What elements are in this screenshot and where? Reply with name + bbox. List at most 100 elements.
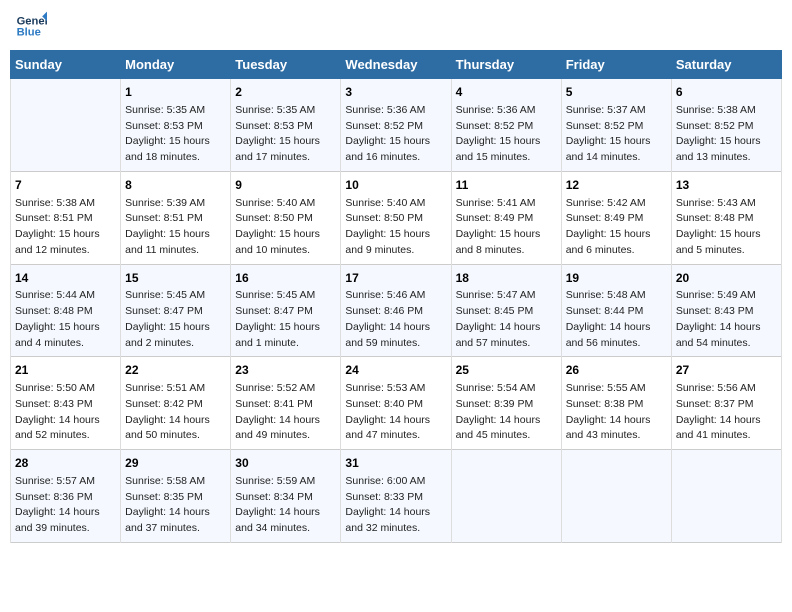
day-cell: 6 Sunrise: 5:38 AM Sunset: 8:52 PM Daylig… [671, 79, 781, 172]
calendar-table: SundayMondayTuesdayWednesdayThursdayFrid… [10, 50, 782, 543]
day-info: Sunrise: 5:36 AM Sunset: 8:52 PM Dayligh… [456, 103, 557, 166]
day-info: Sunrise: 5:45 AM Sunset: 8:47 PM Dayligh… [235, 288, 336, 351]
day-info: Sunrise: 5:52 AM Sunset: 8:41 PM Dayligh… [235, 381, 336, 444]
day-cell: 23 Sunrise: 5:52 AM Sunset: 8:41 PM Dayli… [231, 357, 341, 450]
day-number: 11 [456, 177, 557, 194]
day-number: 10 [345, 177, 446, 194]
page-header: General Blue [10, 10, 782, 42]
day-info: Sunrise: 5:36 AM Sunset: 8:52 PM Dayligh… [345, 103, 446, 166]
day-number: 6 [676, 84, 777, 101]
day-number: 21 [15, 362, 116, 379]
day-info: Sunrise: 5:54 AM Sunset: 8:39 PM Dayligh… [456, 381, 557, 444]
day-info: Sunrise: 5:56 AM Sunset: 8:37 PM Dayligh… [676, 381, 777, 444]
day-info: Sunrise: 5:41 AM Sunset: 8:49 PM Dayligh… [456, 196, 557, 259]
day-number: 27 [676, 362, 777, 379]
day-info: Sunrise: 5:49 AM Sunset: 8:43 PM Dayligh… [676, 288, 777, 351]
svg-text:General: General [17, 15, 47, 27]
day-info: Sunrise: 5:43 AM Sunset: 8:48 PM Dayligh… [676, 196, 777, 259]
day-cell: 3Sunrise: 5:36 AM Sunset: 8:52 PM Daylig… [341, 79, 451, 172]
logo-icon: General Blue [15, 10, 47, 42]
svg-text:Blue: Blue [17, 27, 41, 39]
logo: General Blue [15, 10, 51, 42]
day-cell: 14Sunrise: 5:44 AM Sunset: 8:48 PM Dayli… [11, 264, 121, 357]
week-row: 1 Sunrise: 5:35 AM Sunset: 8:53 PM Daylig… [11, 79, 782, 172]
day-number: 19 [566, 270, 667, 287]
day-cell: 13 Sunrise: 5:43 AM Sunset: 8:48 PM Dayli… [671, 171, 781, 264]
day-number: 25 [456, 362, 557, 379]
day-cell: 10 Sunrise: 5:40 AM Sunset: 8:50 PM Dayli… [341, 171, 451, 264]
column-header-tuesday: Tuesday [231, 51, 341, 79]
day-info: Sunrise: 5:58 AM Sunset: 8:35 PM Dayligh… [125, 474, 226, 537]
day-cell: 2Sunrise: 5:35 AM Sunset: 8:53 PM Daylig… [231, 79, 341, 172]
day-info: Sunrise: 5:42 AM Sunset: 8:49 PM Dayligh… [566, 196, 667, 259]
column-header-thursday: Thursday [451, 51, 561, 79]
day-number: 13 [676, 177, 777, 194]
day-info: Sunrise: 5:57 AM Sunset: 8:36 PM Dayligh… [15, 474, 116, 537]
day-number: 26 [566, 362, 667, 379]
day-cell [561, 450, 671, 543]
day-cell: 27 Sunrise: 5:56 AM Sunset: 8:37 PM Dayli… [671, 357, 781, 450]
day-info: Sunrise: 6:00 AM Sunset: 8:33 PM Dayligh… [345, 474, 446, 537]
day-number: 29 [125, 455, 226, 472]
day-number: 17 [345, 270, 446, 287]
day-cell: 7 Sunrise: 5:38 AM Sunset: 8:51 PM Daylig… [11, 171, 121, 264]
day-cell: 5Sunrise: 5:37 AM Sunset: 8:52 PM Daylig… [561, 79, 671, 172]
day-cell [671, 450, 781, 543]
day-number: 9 [235, 177, 336, 194]
column-header-monday: Monday [121, 51, 231, 79]
day-number: 18 [456, 270, 557, 287]
day-cell: 20Sunrise: 5:49 AM Sunset: 8:43 PM Dayli… [671, 264, 781, 357]
day-info: Sunrise: 5:35 AM Sunset: 8:53 PM Dayligh… [125, 103, 226, 166]
day-cell: 30 Sunrise: 5:59 AM Sunset: 8:34 PM Dayli… [231, 450, 341, 543]
day-cell: 24Sunrise: 5:53 AM Sunset: 8:40 PM Dayli… [341, 357, 451, 450]
column-header-sunday: Sunday [11, 51, 121, 79]
day-number: 12 [566, 177, 667, 194]
day-number: 7 [15, 177, 116, 194]
week-row: 7 Sunrise: 5:38 AM Sunset: 8:51 PM Daylig… [11, 171, 782, 264]
day-number: 23 [235, 362, 336, 379]
day-number: 20 [676, 270, 777, 287]
day-number: 31 [345, 455, 446, 472]
day-cell: 19Sunrise: 5:48 AM Sunset: 8:44 PM Dayli… [561, 264, 671, 357]
day-cell: 4Sunrise: 5:36 AM Sunset: 8:52 PM Daylig… [451, 79, 561, 172]
day-info: Sunrise: 5:51 AM Sunset: 8:42 PM Dayligh… [125, 381, 226, 444]
day-cell [451, 450, 561, 543]
day-number: 15 [125, 270, 226, 287]
day-info: Sunrise: 5:55 AM Sunset: 8:38 PM Dayligh… [566, 381, 667, 444]
day-number: 28 [15, 455, 116, 472]
day-cell: 25 Sunrise: 5:54 AM Sunset: 8:39 PM Dayli… [451, 357, 561, 450]
day-info: Sunrise: 5:38 AM Sunset: 8:51 PM Dayligh… [15, 196, 116, 259]
day-info: Sunrise: 5:50 AM Sunset: 8:43 PM Dayligh… [15, 381, 116, 444]
week-row: 14Sunrise: 5:44 AM Sunset: 8:48 PM Dayli… [11, 264, 782, 357]
day-number: 24 [345, 362, 446, 379]
day-cell: 26 Sunrise: 5:55 AM Sunset: 8:38 PM Dayli… [561, 357, 671, 450]
column-header-friday: Friday [561, 51, 671, 79]
day-cell: 31 Sunrise: 6:00 AM Sunset: 8:33 PM Dayli… [341, 450, 451, 543]
day-info: Sunrise: 5:35 AM Sunset: 8:53 PM Dayligh… [235, 103, 336, 166]
day-info: Sunrise: 5:40 AM Sunset: 8:50 PM Dayligh… [345, 196, 446, 259]
day-cell: 11 Sunrise: 5:41 AM Sunset: 8:49 PM Dayli… [451, 171, 561, 264]
day-info: Sunrise: 5:39 AM Sunset: 8:51 PM Dayligh… [125, 196, 226, 259]
day-cell: 8Sunrise: 5:39 AM Sunset: 8:51 PM Daylig… [121, 171, 231, 264]
day-cell: 1 Sunrise: 5:35 AM Sunset: 8:53 PM Daylig… [121, 79, 231, 172]
day-info: Sunrise: 5:38 AM Sunset: 8:52 PM Dayligh… [676, 103, 777, 166]
day-cell: 9 Sunrise: 5:40 AM Sunset: 8:50 PM Daylig… [231, 171, 341, 264]
day-number: 30 [235, 455, 336, 472]
day-number: 22 [125, 362, 226, 379]
week-row: 21 Sunrise: 5:50 AM Sunset: 8:43 PM Dayli… [11, 357, 782, 450]
day-info: Sunrise: 5:59 AM Sunset: 8:34 PM Dayligh… [235, 474, 336, 537]
day-number: 14 [15, 270, 116, 287]
day-cell: 17Sunrise: 5:46 AM Sunset: 8:46 PM Dayli… [341, 264, 451, 357]
day-cell: 28 Sunrise: 5:57 AM Sunset: 8:36 PM Dayli… [11, 450, 121, 543]
day-number: 1 [125, 84, 226, 101]
day-cell: 21 Sunrise: 5:50 AM Sunset: 8:43 PM Dayli… [11, 357, 121, 450]
day-number: 5 [566, 84, 667, 101]
day-cell: 15Sunrise: 5:45 AM Sunset: 8:47 PM Dayli… [121, 264, 231, 357]
week-row: 28 Sunrise: 5:57 AM Sunset: 8:36 PM Dayli… [11, 450, 782, 543]
day-cell [11, 79, 121, 172]
day-info: Sunrise: 5:45 AM Sunset: 8:47 PM Dayligh… [125, 288, 226, 351]
day-cell: 16Sunrise: 5:45 AM Sunset: 8:47 PM Dayli… [231, 264, 341, 357]
day-info: Sunrise: 5:40 AM Sunset: 8:50 PM Dayligh… [235, 196, 336, 259]
column-header-saturday: Saturday [671, 51, 781, 79]
day-cell: 29 Sunrise: 5:58 AM Sunset: 8:35 PM Dayli… [121, 450, 231, 543]
